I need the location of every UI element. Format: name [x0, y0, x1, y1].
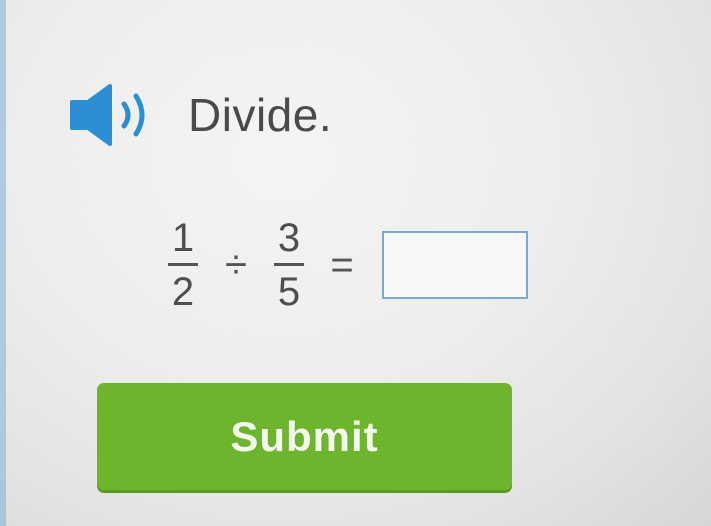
divide-sign: ÷ [225, 242, 247, 287]
speaker-icon[interactable] [66, 80, 166, 150]
fraction-bar [168, 263, 198, 266]
numerator: 3 [277, 216, 301, 260]
denominator: 5 [277, 270, 301, 314]
left-edge-border [0, 0, 6, 526]
denominator: 2 [171, 270, 195, 314]
submit-button[interactable]: Submit [97, 383, 512, 490]
question-prompt: Divide. [66, 80, 332, 150]
fraction-divisor: 3 5 [266, 216, 312, 314]
answer-input[interactable] [382, 231, 528, 299]
speaker-volume-icon [70, 84, 145, 146]
fraction-bar [274, 263, 304, 266]
numerator: 1 [171, 216, 195, 260]
division-equation: 1 2 ÷ 3 5 = [160, 210, 528, 320]
fraction-dividend: 1 2 [160, 216, 206, 314]
equals-sign: = [330, 242, 354, 287]
instruction-text: Divide. [188, 89, 333, 141]
